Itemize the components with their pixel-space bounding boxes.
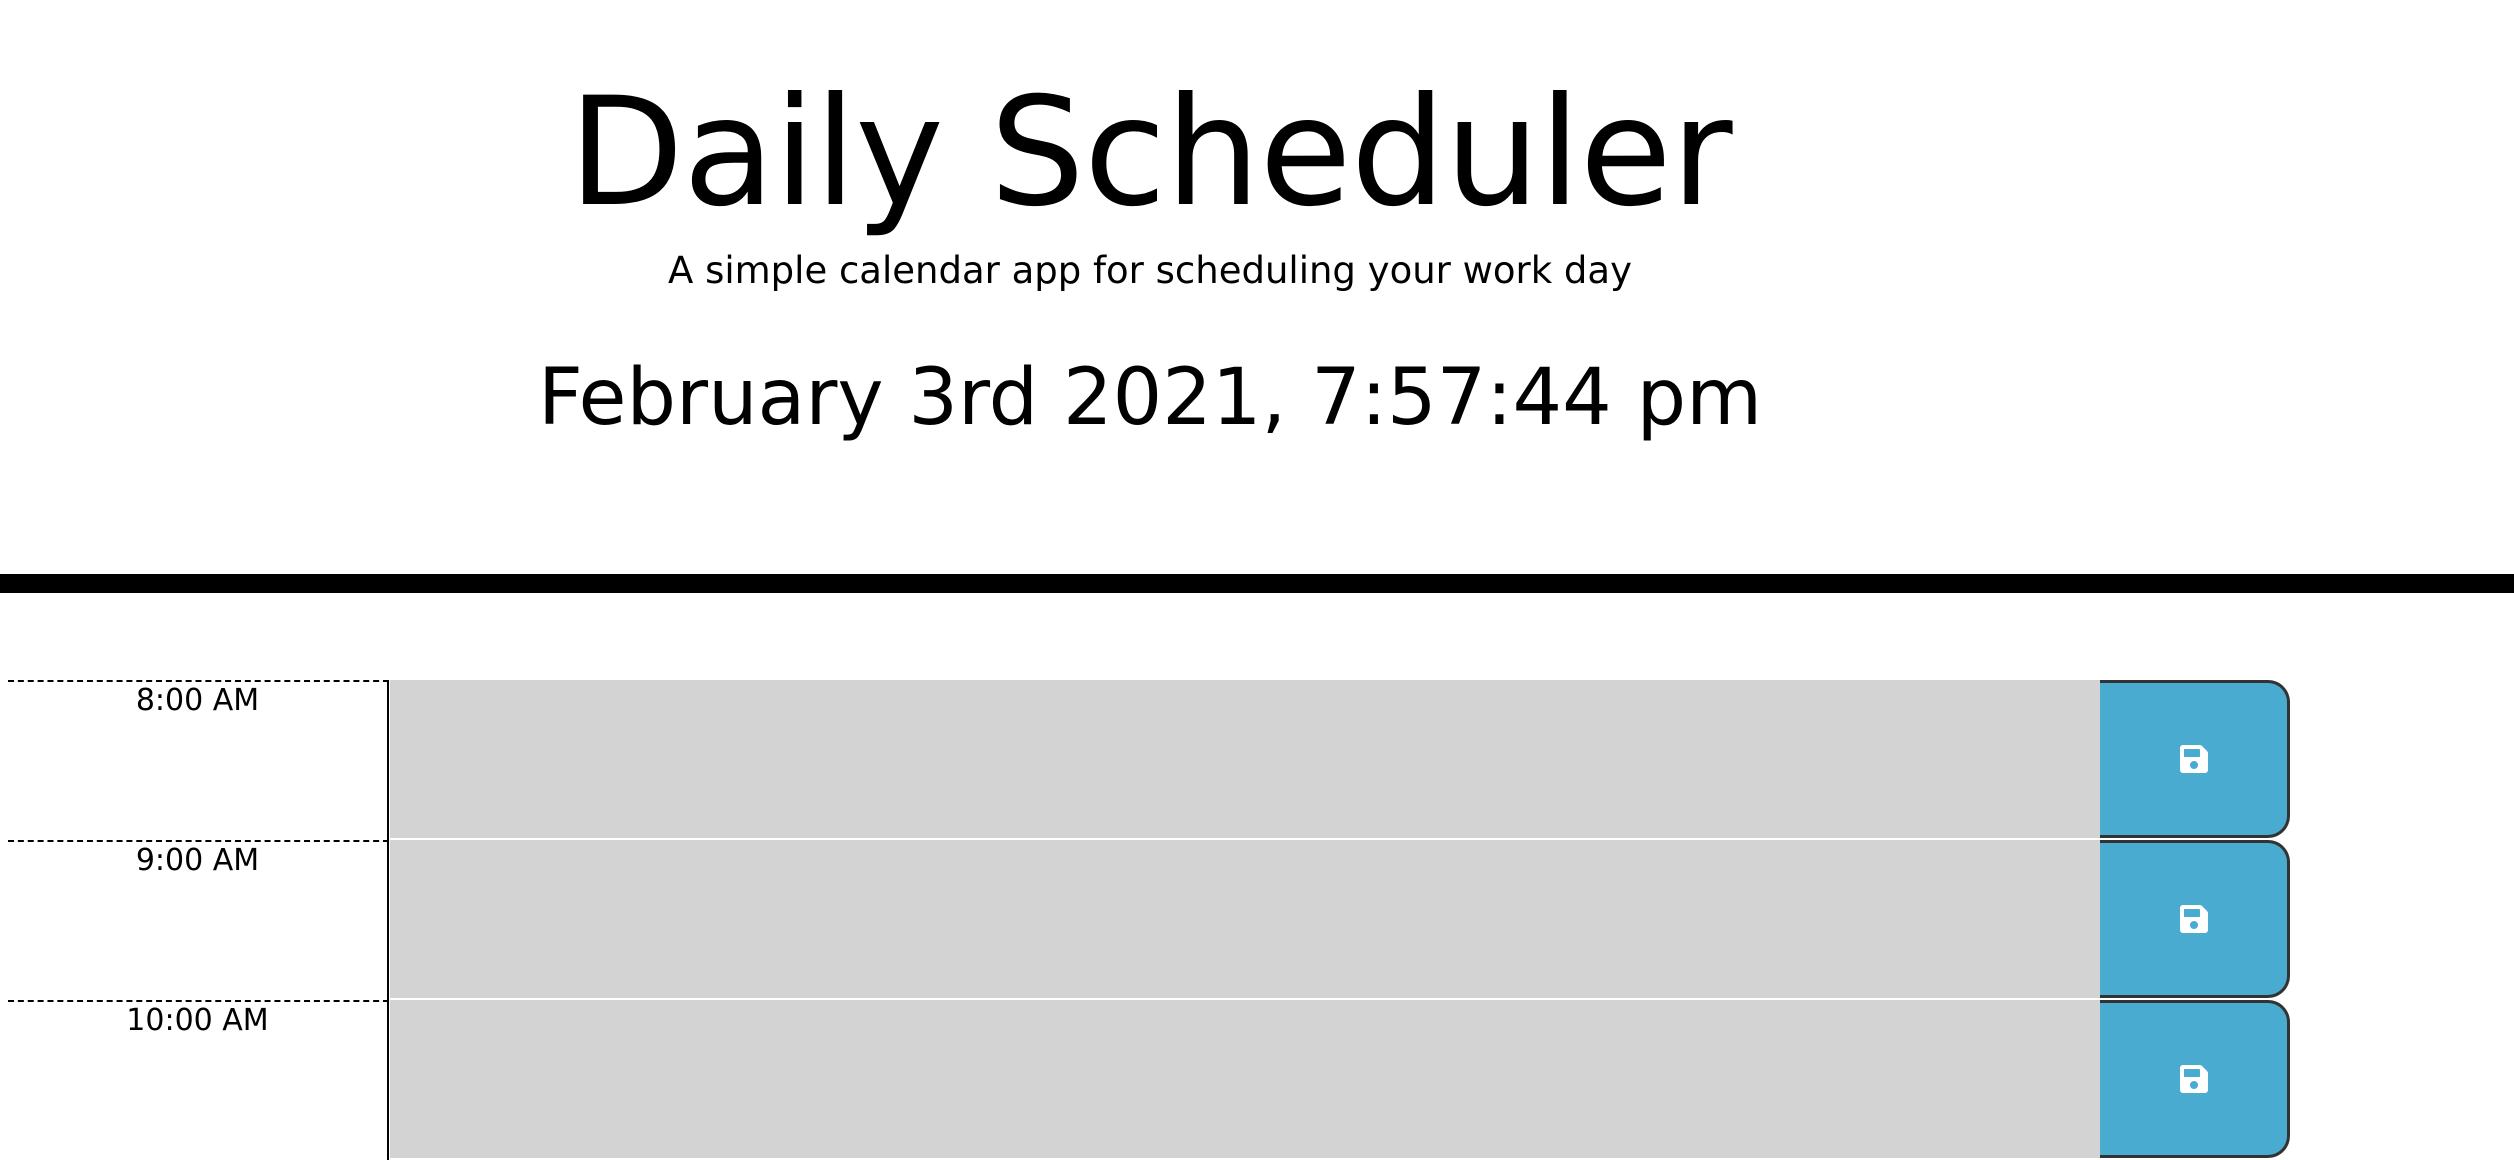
save-icon [2179, 1065, 2208, 1093]
hour-label: 9:00 AM [8, 840, 389, 1000]
hour-label-text: 10:00 AM [126, 1003, 269, 1038]
description-textarea[interactable] [390, 680, 2100, 840]
hour-label-text: 8:00 AM [135, 683, 260, 718]
hour-label: 8:00 AM [8, 680, 389, 840]
save-button[interactable] [2100, 680, 2290, 838]
description-textarea[interactable] [390, 1000, 2100, 1160]
time-block-row: 8:00 AM [0, 680, 2514, 840]
save-button[interactable] [2100, 840, 2290, 998]
description-textarea[interactable] [390, 840, 2100, 1000]
page-subtitle: A simple calendar app for scheduling you… [668, 249, 1632, 292]
time-block-row: 10:00 AM [0, 1000, 2514, 1160]
save-icon [2179, 745, 2208, 773]
save-icon [2179, 905, 2208, 933]
current-day-display: February 3rd 2021, 7:57:44 pm [537, 353, 1763, 443]
hour-label-text: 9:00 AM [135, 843, 260, 878]
time-block-container: 8:00 AM 9:00 AM 10:00 AM [0, 680, 2514, 1160]
save-button[interactable] [2100, 1000, 2290, 1158]
hour-label: 10:00 AM [8, 1000, 389, 1160]
time-block-row: 9:00 AM [0, 840, 2514, 1000]
jumbotron-header: Daily Scheduler A simple calendar app fo… [0, 0, 2514, 593]
page-title: Daily Scheduler [568, 66, 1732, 240]
